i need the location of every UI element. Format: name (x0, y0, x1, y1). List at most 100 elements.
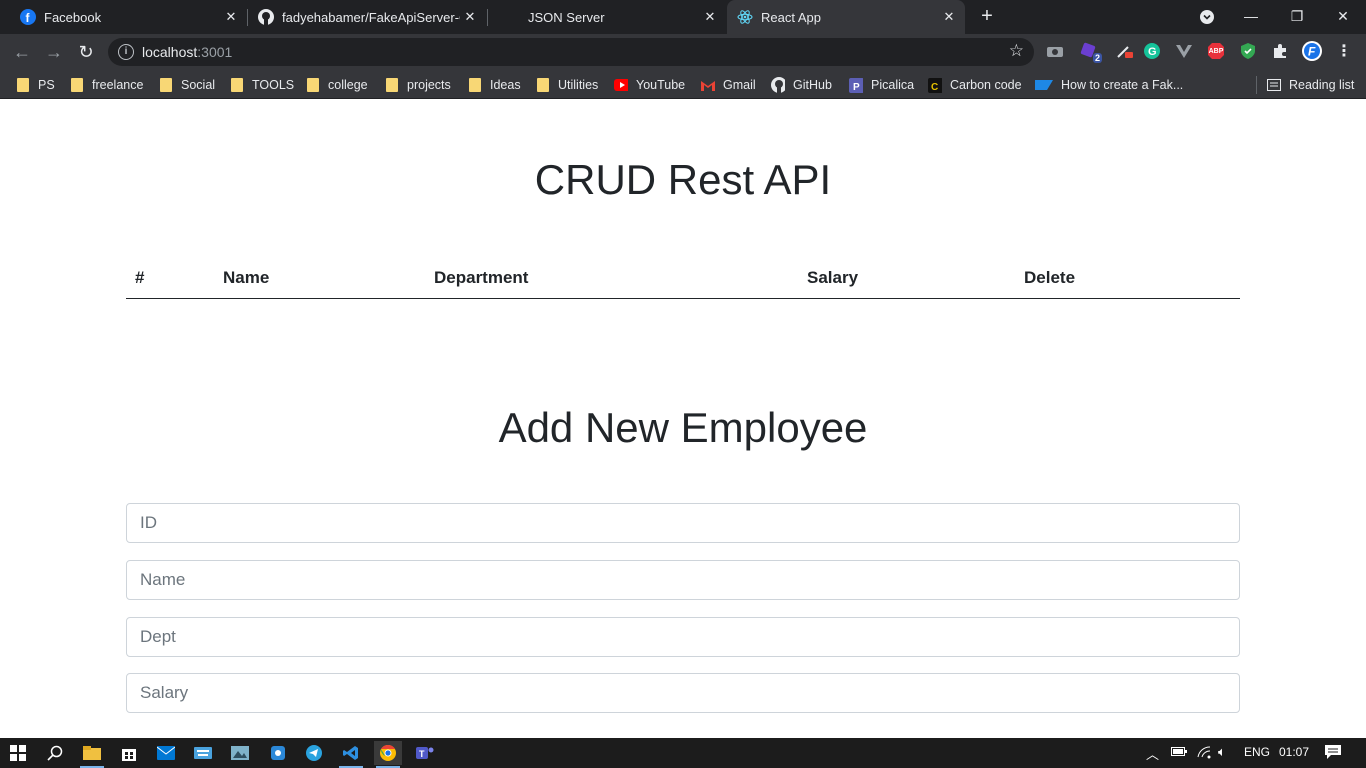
name-input[interactable] (126, 560, 1240, 600)
bookmark-ideas[interactable]: Ideas (468, 76, 521, 94)
new-tab-button[interactable]: + (976, 5, 998, 27)
clock-time[interactable]: 01:07 (1279, 745, 1309, 759)
bookmark-social[interactable]: Social (159, 76, 215, 94)
svg-text:P: P (853, 82, 860, 93)
gmail-icon (701, 78, 715, 92)
minimize-icon[interactable]: — (1228, 0, 1274, 34)
snip-tool-icon[interactable] (264, 741, 292, 765)
adblock-plus-icon[interactable]: ABP (1207, 42, 1225, 60)
restore-icon[interactable]: ❐ (1274, 0, 1320, 34)
bookmarks-bar: PS freelance Social TOOLS college projec… (0, 70, 1366, 99)
bookmark-tools[interactable]: TOOLS (230, 76, 294, 94)
reading-list-button[interactable]: Reading list (1267, 76, 1354, 94)
close-icon[interactable]: ✕ (700, 9, 720, 25)
carbon-icon: C (928, 77, 942, 93)
tray-chevron-up-icon[interactable]: ︿ (1146, 744, 1159, 763)
bookmark-label: PS (38, 78, 55, 92)
folder-icon (230, 78, 244, 92)
reading-list-icon (1267, 78, 1281, 92)
tab-strip: f Facebook ✕ fadyehabamer/FakeApiServer-… (0, 0, 1366, 34)
language-indicator[interactable]: ENG (1244, 745, 1270, 759)
address-bar[interactable]: i localhost:3001 ☆ (108, 38, 1034, 66)
facebook-icon: f (20, 9, 36, 25)
tab-search-button[interactable] (1184, 0, 1230, 34)
picalica-icon: P (849, 77, 863, 93)
wifi-icon[interactable] (1197, 745, 1213, 762)
forward-icon[interactable]: → (42, 40, 66, 64)
bookmark-github[interactable]: GitHub (771, 76, 832, 94)
grammarly-icon[interactable]: G (1143, 42, 1161, 60)
browser-toolbar: ← → ↻ i localhost:3001 ☆ 2 G ABP F ⋮ (0, 34, 1366, 70)
page-content: CRUD Rest API # Name Department Salary D… (0, 100, 1366, 738)
tab-facebook[interactable]: f Facebook ✕ (0, 0, 247, 34)
folder-icon (536, 78, 550, 92)
bookmark-label: YouTube (636, 78, 686, 92)
mail-icon[interactable] (152, 741, 180, 765)
vscode-icon[interactable] (337, 741, 365, 768)
chrome-icon[interactable] (374, 741, 402, 768)
tab-title: JSON Server (528, 9, 605, 25)
bookmark-label: projects (407, 78, 451, 92)
info-icon[interactable]: i (118, 44, 134, 60)
extension-purple-icon[interactable]: 2 (1080, 42, 1102, 63)
file-explorer-icon[interactable] (78, 741, 106, 768)
github-icon (771, 77, 785, 93)
telegram-icon[interactable] (300, 741, 328, 765)
shield-icon[interactable] (1239, 42, 1257, 60)
back-icon[interactable]: ← (10, 40, 34, 64)
folder-icon (306, 78, 320, 92)
vue-devtools-icon[interactable] (1175, 42, 1193, 60)
photos-icon[interactable] (226, 741, 254, 765)
notifications-icon[interactable] (1325, 745, 1341, 762)
svg-text:T: T (419, 749, 425, 759)
camera-icon[interactable] (1046, 42, 1064, 60)
bookmarks-divider (1256, 76, 1257, 94)
search-icon[interactable] (41, 741, 69, 765)
bookmark-label: Gmail (723, 78, 756, 92)
window-close-icon[interactable]: ✕ (1320, 0, 1366, 34)
bookmark-picalica[interactable]: P Picalica (849, 76, 914, 94)
bookmark-youtube[interactable]: YouTube (614, 76, 685, 94)
react-icon (737, 9, 753, 25)
windows-start-icon[interactable] (4, 741, 32, 765)
tab-github[interactable]: fadyehabamer/FakeApiServer-Cr ✕ (238, 0, 486, 34)
tab-json-server[interactable]: JSON Server ✕ (488, 0, 726, 34)
battery-icon[interactable] (1171, 745, 1187, 760)
column-header-salary: Salary (807, 268, 859, 287)
bookmark-projects[interactable]: projects (385, 76, 451, 94)
store-icon[interactable] (115, 741, 143, 765)
url-text[interactable]: localhost:3001 (142, 44, 232, 60)
bookmark-fake-api-article[interactable]: How to create a Fak... (1035, 76, 1183, 94)
sap-icon (1035, 78, 1053, 92)
bookmark-label: college (328, 78, 368, 92)
bookmark-college[interactable]: college (306, 76, 368, 94)
keyboard-icon[interactable] (189, 741, 217, 765)
bookmark-carbon-code[interactable]: C Carbon code (928, 76, 1022, 94)
bookmark-gmail[interactable]: Gmail (701, 76, 756, 94)
close-icon[interactable]: ✕ (460, 9, 480, 25)
dept-input[interactable] (126, 617, 1240, 657)
tab-title: React App (761, 9, 821, 25)
tab-title: fadyehabamer/FakeApiServer-Cr (282, 9, 460, 25)
windows-taskbar: T ︿ 🔈︎ ENG 01:07 (0, 738, 1366, 768)
close-icon[interactable]: ✕ (939, 9, 959, 25)
volume-icon[interactable]: 🔈︎ (1218, 744, 1226, 760)
reload-icon[interactable]: ↻ (74, 40, 98, 64)
bookmark-star-icon[interactable]: ☆ (1009, 41, 1024, 61)
color-picker-icon[interactable] (1115, 42, 1133, 60)
bookmark-utilities[interactable]: Utilities (536, 76, 598, 94)
salary-input[interactable] (126, 673, 1240, 713)
teams-icon[interactable]: T (411, 741, 439, 765)
bookmark-ps[interactable]: PS (16, 76, 55, 94)
extensions-puzzle-icon[interactable] (1271, 42, 1289, 60)
folder-icon (70, 78, 84, 92)
tab-title: Facebook (44, 9, 102, 25)
menu-kebab-icon[interactable]: ⋮ (1335, 42, 1353, 60)
bookmark-label: TOOLS (252, 78, 295, 92)
tab-react-app[interactable]: React App ✕ (727, 0, 965, 34)
bookmark-freelance[interactable]: freelance (70, 76, 143, 94)
svg-text:G: G (1148, 46, 1157, 58)
profile-avatar[interactable]: F (1302, 41, 1322, 61)
id-input[interactable] (126, 503, 1240, 543)
column-header-id: # (135, 268, 145, 287)
